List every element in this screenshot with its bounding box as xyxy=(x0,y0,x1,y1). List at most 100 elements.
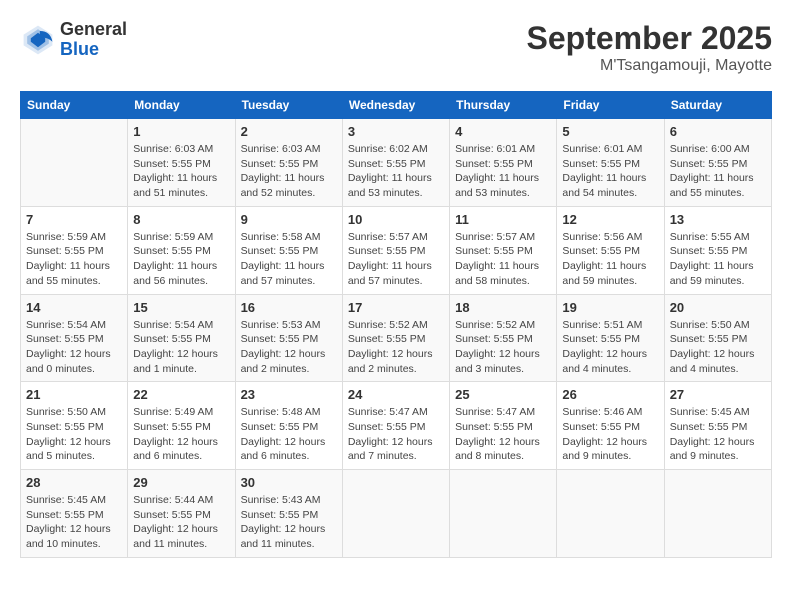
header-thursday: Thursday xyxy=(450,92,557,119)
day-number: 22 xyxy=(133,387,229,402)
day-info: Sunrise: 5:57 AM Sunset: 5:55 PM Dayligh… xyxy=(348,230,444,289)
day-info: Sunrise: 5:52 AM Sunset: 5:55 PM Dayligh… xyxy=(455,318,551,377)
calendar-week-row: 7 Sunrise: 5:59 AM Sunset: 5:55 PM Daylig… xyxy=(21,206,772,294)
location-title: M'Tsangamouji, Mayotte xyxy=(527,57,772,75)
day-number: 16 xyxy=(241,300,337,315)
day-info: Sunrise: 5:44 AM Sunset: 5:55 PM Dayligh… xyxy=(133,493,229,552)
day-number: 8 xyxy=(133,212,229,227)
day-info: Sunrise: 5:58 AM Sunset: 5:55 PM Dayligh… xyxy=(241,230,337,289)
day-info: Sunrise: 5:56 AM Sunset: 5:55 PM Dayligh… xyxy=(562,230,658,289)
header-monday: Monday xyxy=(128,92,235,119)
day-info: Sunrise: 5:45 AM Sunset: 5:55 PM Dayligh… xyxy=(670,405,766,464)
calendar-cell xyxy=(664,470,771,558)
calendar-cell xyxy=(342,470,449,558)
day-info: Sunrise: 5:49 AM Sunset: 5:55 PM Dayligh… xyxy=(133,405,229,464)
day-number: 5 xyxy=(562,124,658,139)
day-info: Sunrise: 5:52 AM Sunset: 5:55 PM Dayligh… xyxy=(348,318,444,377)
day-info: Sunrise: 5:47 AM Sunset: 5:55 PM Dayligh… xyxy=(348,405,444,464)
title-block: September 2025 M'Tsangamouji, Mayotte xyxy=(527,20,772,75)
calendar-cell xyxy=(21,119,128,207)
day-info: Sunrise: 5:59 AM Sunset: 5:55 PM Dayligh… xyxy=(133,230,229,289)
day-info: Sunrise: 6:00 AM Sunset: 5:55 PM Dayligh… xyxy=(670,142,766,201)
calendar-cell: 16 Sunrise: 5:53 AM Sunset: 5:55 PM Dayli… xyxy=(235,294,342,382)
calendar-cell: 28 Sunrise: 5:45 AM Sunset: 5:55 PM Dayli… xyxy=(21,470,128,558)
calendar-week-row: 21Sunrise: 5:50 AM Sunset: 5:55 PM Dayli… xyxy=(21,382,772,470)
calendar-cell: 4 Sunrise: 6:01 AM Sunset: 5:55 PM Daylig… xyxy=(450,119,557,207)
day-number: 25 xyxy=(455,387,551,402)
day-number: 24 xyxy=(348,387,444,402)
logo-general: General xyxy=(60,20,127,40)
day-info: Sunrise: 6:03 AM Sunset: 5:55 PM Dayligh… xyxy=(241,142,337,201)
header-wednesday: Wednesday xyxy=(342,92,449,119)
calendar-cell: 13 Sunrise: 5:55 AM Sunset: 5:55 PM Dayli… xyxy=(664,206,771,294)
logo-blue: Blue xyxy=(60,40,127,60)
calendar-week-row: 28 Sunrise: 5:45 AM Sunset: 5:55 PM Dayli… xyxy=(21,470,772,558)
day-number: 10 xyxy=(348,212,444,227)
header-sunday: Sunday xyxy=(21,92,128,119)
day-info: Sunrise: 5:55 AM Sunset: 5:55 PM Dayligh… xyxy=(670,230,766,289)
calendar-cell: 21Sunrise: 5:50 AM Sunset: 5:55 PM Dayli… xyxy=(21,382,128,470)
day-info: Sunrise: 5:43 AM Sunset: 5:55 PM Dayligh… xyxy=(241,493,337,552)
logo: General Blue xyxy=(20,20,127,60)
calendar-cell: 6 Sunrise: 6:00 AM Sunset: 5:55 PM Daylig… xyxy=(664,119,771,207)
day-info: Sunrise: 5:45 AM Sunset: 5:55 PM Dayligh… xyxy=(26,493,122,552)
calendar-week-row: 14Sunrise: 5:54 AM Sunset: 5:55 PM Dayli… xyxy=(21,294,772,382)
month-title: September 2025 xyxy=(527,20,772,57)
day-number: 19 xyxy=(562,300,658,315)
day-info: Sunrise: 6:01 AM Sunset: 5:55 PM Dayligh… xyxy=(455,142,551,201)
calendar-cell: 8 Sunrise: 5:59 AM Sunset: 5:55 PM Daylig… xyxy=(128,206,235,294)
calendar-cell: 22 Sunrise: 5:49 AM Sunset: 5:55 PM Dayli… xyxy=(128,382,235,470)
header-saturday: Saturday xyxy=(664,92,771,119)
day-info: Sunrise: 5:59 AM Sunset: 5:55 PM Dayligh… xyxy=(26,230,122,289)
day-info: Sunrise: 6:01 AM Sunset: 5:55 PM Dayligh… xyxy=(562,142,658,201)
day-info: Sunrise: 5:57 AM Sunset: 5:55 PM Dayligh… xyxy=(455,230,551,289)
calendar-cell: 15Sunrise: 5:54 AM Sunset: 5:55 PM Dayli… xyxy=(128,294,235,382)
day-number: 29 xyxy=(133,475,229,490)
day-number: 7 xyxy=(26,212,122,227)
calendar-cell xyxy=(557,470,664,558)
day-number: 21 xyxy=(26,387,122,402)
header-tuesday: Tuesday xyxy=(235,92,342,119)
day-number: 11 xyxy=(455,212,551,227)
day-info: Sunrise: 5:53 AM Sunset: 5:55 PM Dayligh… xyxy=(241,318,337,377)
day-number: 3 xyxy=(348,124,444,139)
day-number: 9 xyxy=(241,212,337,227)
calendar-cell: 11 Sunrise: 5:57 AM Sunset: 5:55 PM Dayli… xyxy=(450,206,557,294)
page-header: General Blue September 2025 M'Tsangamouj… xyxy=(20,20,772,75)
day-number: 17 xyxy=(348,300,444,315)
calendar-cell: 17 Sunrise: 5:52 AM Sunset: 5:55 PM Dayli… xyxy=(342,294,449,382)
logo-text: General Blue xyxy=(60,20,127,60)
calendar-cell: 26Sunrise: 5:46 AM Sunset: 5:55 PM Dayli… xyxy=(557,382,664,470)
day-info: Sunrise: 6:02 AM Sunset: 5:55 PM Dayligh… xyxy=(348,142,444,201)
calendar-cell: 30Sunrise: 5:43 AM Sunset: 5:55 PM Dayli… xyxy=(235,470,342,558)
day-info: Sunrise: 5:47 AM Sunset: 5:55 PM Dayligh… xyxy=(455,405,551,464)
calendar-cell: 25 Sunrise: 5:47 AM Sunset: 5:55 PM Dayli… xyxy=(450,382,557,470)
day-number: 2 xyxy=(241,124,337,139)
calendar-header-row: SundayMondayTuesdayWednesdayThursdayFrid… xyxy=(21,92,772,119)
day-number: 13 xyxy=(670,212,766,227)
day-info: Sunrise: 6:03 AM Sunset: 5:55 PM Dayligh… xyxy=(133,142,229,201)
calendar-cell: 24 Sunrise: 5:47 AM Sunset: 5:55 PM Dayli… xyxy=(342,382,449,470)
day-number: 4 xyxy=(455,124,551,139)
calendar-cell: 5 Sunrise: 6:01 AM Sunset: 5:55 PM Daylig… xyxy=(557,119,664,207)
calendar-cell: 12 Sunrise: 5:56 AM Sunset: 5:55 PM Dayli… xyxy=(557,206,664,294)
calendar-cell: 29 Sunrise: 5:44 AM Sunset: 5:55 PM Dayli… xyxy=(128,470,235,558)
day-info: Sunrise: 5:46 AM Sunset: 5:55 PM Dayligh… xyxy=(562,405,658,464)
day-number: 18 xyxy=(455,300,551,315)
day-info: Sunrise: 5:51 AM Sunset: 5:55 PM Dayligh… xyxy=(562,318,658,377)
day-number: 6 xyxy=(670,124,766,139)
calendar-cell: 18 Sunrise: 5:52 AM Sunset: 5:55 PM Dayli… xyxy=(450,294,557,382)
day-info: Sunrise: 5:50 AM Sunset: 5:55 PM Dayligh… xyxy=(670,318,766,377)
calendar-cell: 27Sunrise: 5:45 AM Sunset: 5:55 PM Dayli… xyxy=(664,382,771,470)
day-number: 1 xyxy=(133,124,229,139)
day-number: 28 xyxy=(26,475,122,490)
calendar-cell: 14Sunrise: 5:54 AM Sunset: 5:55 PM Dayli… xyxy=(21,294,128,382)
calendar-cell: 2 Sunrise: 6:03 AM Sunset: 5:55 PM Daylig… xyxy=(235,119,342,207)
calendar-cell: 20 Sunrise: 5:50 AM Sunset: 5:55 PM Dayli… xyxy=(664,294,771,382)
calendar-week-row: 1 Sunrise: 6:03 AM Sunset: 5:55 PM Daylig… xyxy=(21,119,772,207)
day-number: 12 xyxy=(562,212,658,227)
logo-icon xyxy=(20,22,56,58)
calendar-cell: 7 Sunrise: 5:59 AM Sunset: 5:55 PM Daylig… xyxy=(21,206,128,294)
day-info: Sunrise: 5:48 AM Sunset: 5:55 PM Dayligh… xyxy=(241,405,337,464)
day-number: 20 xyxy=(670,300,766,315)
